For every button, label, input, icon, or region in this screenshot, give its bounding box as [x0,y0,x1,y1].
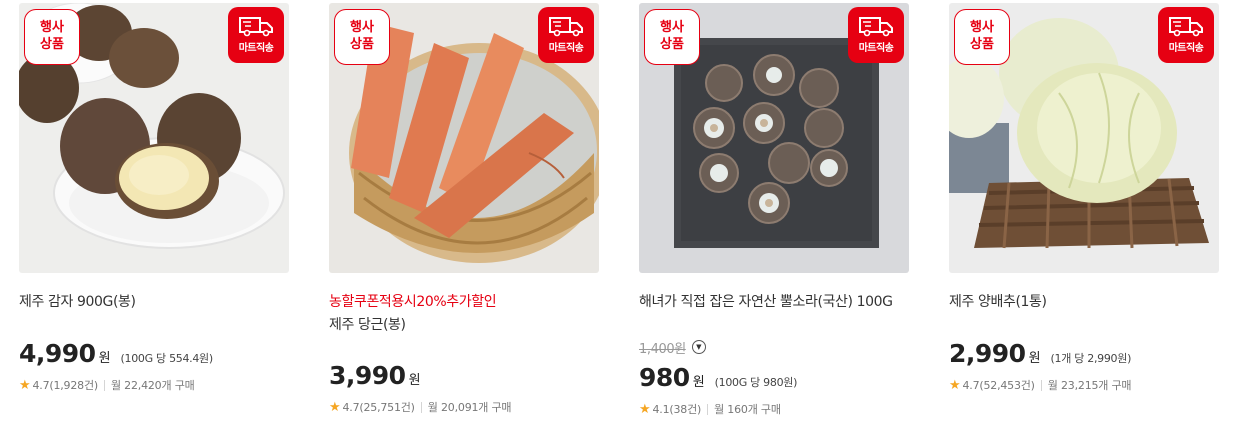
product-card[interactable]: 행사 상품 마트직송 농할쿠폰적용시20%추가할인 제주 당근(봉) 3,990 … [329,0,599,436]
product-price: 980 [639,363,690,392]
mart-direct-delivery-badge: 마트직송 [538,7,594,63]
mart-direct-delivery-badge: 마트직송 [1158,7,1214,63]
star-icon: ★ [639,401,651,417]
product-card[interactable]: 행사 상품 마트직송 제주 양배추(1통) 2,990 원 (1개 당 2,990… [949,0,1219,436]
product-card[interactable]: 행사 상품 마트직송 해녀가 직접 잡은 자연산 뿔소라(국산) 100G 1,4… [639,0,909,436]
product-price: 3,990 [329,361,406,390]
unit-price: (1개 당 2,990원) [1050,352,1132,365]
mart-direct-delivery-badge: 마트직송 [228,7,284,63]
rating: 4.1 [652,402,670,416]
unit-price: (100G 당 554.4원) [120,352,214,365]
event-product-badge: 행사 상품 [24,9,80,65]
product-name[interactable]: 제주 감자 900G(봉) [19,291,136,311]
mart-direct-delivery-badge: 마트직송 [848,7,904,63]
review-count: (1,928건) [49,379,98,392]
currency-unit: 원 [408,373,421,388]
delivery-truck-icon [549,17,583,37]
monthly-purchases: 월 23,215개 구매 [1047,379,1132,392]
review-count: (38건) [669,403,702,416]
event-product-badge: 행사 상품 [954,9,1010,65]
promo-text[interactable]: 농할쿠폰적용시20%추가할인 [329,291,497,311]
monthly-purchases: 월 22,420개 구매 [110,379,195,392]
rating: 4.7 [32,378,50,392]
monthly-purchases: 월 20,091개 구매 [427,401,512,414]
review-count: (25,751건) [359,401,415,414]
delivery-truck-icon [239,17,273,37]
divider [103,379,105,391]
product-price: 2,990 [949,339,1026,368]
rating: 4.7 [962,378,980,392]
product-image-potato[interactable]: 행사 상품 마트직송 [19,3,289,273]
product-price: 4,990 [19,339,96,368]
divider [707,403,709,415]
delivery-truck-icon [859,17,893,37]
star-icon: ★ [19,377,31,393]
currency-unit: 원 [692,375,705,390]
currency-unit: 원 [98,351,111,366]
currency-unit: 원 [1028,351,1041,366]
product-name[interactable]: 해녀가 직접 잡은 자연산 뿔소라(국산) 100G [639,291,893,311]
star-icon: ★ [329,399,341,415]
original-price: 1,400원 [639,341,686,357]
product-image-turban-shell[interactable]: 행사 상품 마트직송 [639,3,909,273]
event-product-badge: 행사 상품 [644,9,700,65]
product-image-cabbage[interactable]: 행사 상품 마트직송 [949,3,1219,273]
chevron-down-icon[interactable]: ▼ [691,340,706,354]
unit-price: (100G 당 980원) [714,376,798,389]
rating: 4.7 [342,400,360,414]
product-name[interactable]: 제주 당근(봉) [329,314,406,334]
product-card[interactable]: 행사 상품 마트직송 제주 감자 900G(봉) 4,990 원 (100G 당 … [19,0,289,436]
monthly-purchases: 월 160개 구매 [714,403,781,416]
review-count: (52,453건) [979,379,1035,392]
event-product-badge: 행사 상품 [334,9,390,65]
product-name[interactable]: 제주 양배추(1통) [949,291,1047,311]
delivery-truck-icon [1169,17,1203,37]
divider [1040,379,1042,391]
product-image-carrot[interactable]: 행사 상품 마트직송 [329,3,599,273]
divider [420,401,422,413]
star-icon: ★ [949,377,961,393]
